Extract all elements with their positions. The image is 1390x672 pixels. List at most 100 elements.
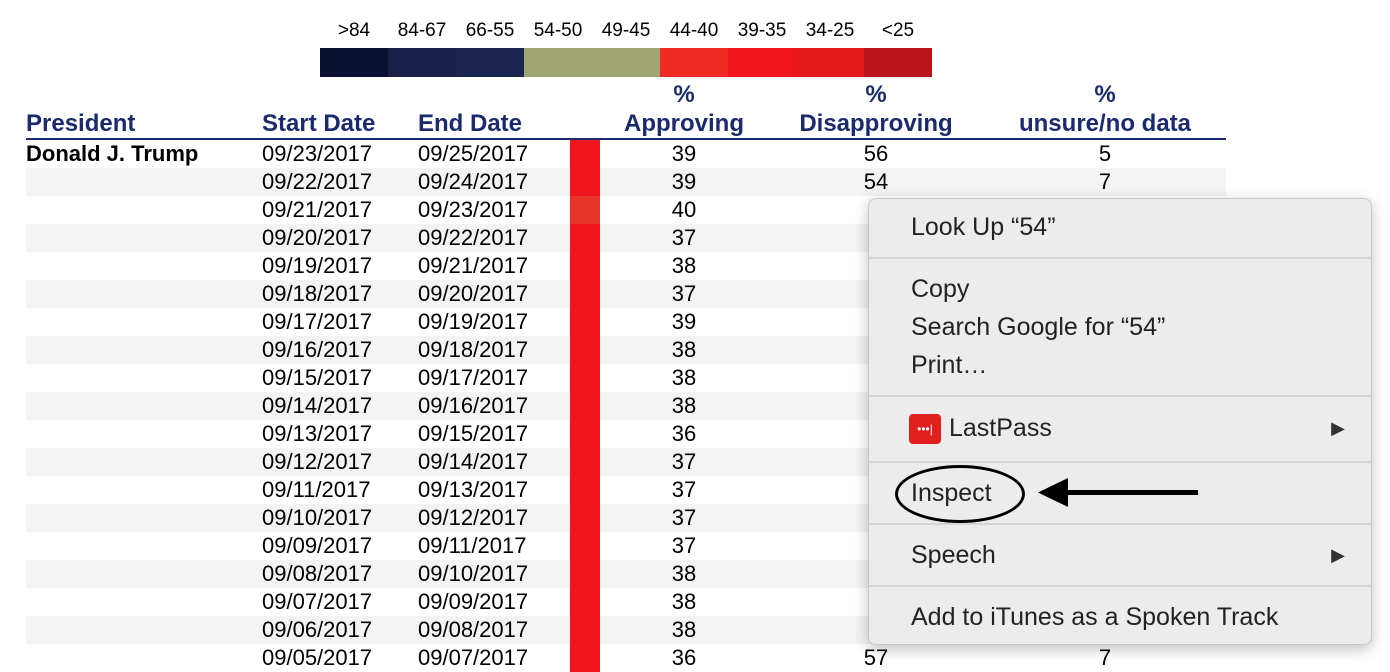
pct-symbol: %: [865, 81, 887, 108]
header-start-date[interactable]: Start Date: [262, 109, 375, 138]
approval-color-swatch: [570, 308, 600, 336]
approving-cell: 36: [671, 645, 697, 670]
header-label: Approving: [624, 110, 744, 137]
end-date-cell: 09/16/2017: [418, 393, 529, 418]
approving-cell: 37: [671, 533, 697, 558]
start-date-cell: 09/20/2017: [262, 225, 373, 250]
start-date-cell: 09/12/2017: [262, 449, 373, 474]
end-date-cell: 09/11/2017: [418, 533, 527, 558]
end-date-cell: 09/15/2017: [418, 421, 529, 446]
approval-color-swatch: [570, 616, 600, 644]
legend-swatch: [796, 48, 864, 77]
legend-swatch: [524, 48, 592, 77]
end-date-cell: 09/19/2017: [418, 309, 529, 334]
end-date-cell: 09/25/2017: [418, 141, 529, 166]
president-cell: Donald J. Trump: [26, 141, 199, 166]
end-date-cell: 09/10/2017: [418, 561, 529, 586]
legend-label: >84: [337, 20, 371, 41]
header-disapproving[interactable]: % Disapproving: [786, 80, 966, 138]
end-date-cell: 09/09/2017: [418, 589, 529, 614]
legend-label: 49-45: [601, 20, 651, 41]
start-date-cell: 09/09/2017: [262, 533, 373, 558]
header-label: unsure/no data: [1018, 110, 1192, 137]
approving-cell: 39: [671, 141, 697, 166]
submenu-arrow-icon: ▶: [1331, 418, 1345, 438]
legend-label: 54-50: [533, 20, 583, 41]
header-president[interactable]: President: [26, 109, 135, 138]
approving-cell: 39: [671, 169, 697, 194]
lastpass-icon: •••|: [909, 414, 941, 445]
menu-item-search-google[interactable]: Search Google for “54”: [911, 310, 1361, 344]
approval-color-swatch: [570, 532, 600, 560]
approval-color-swatch: [570, 504, 600, 532]
approving-cell: 38: [671, 617, 697, 642]
end-date-cell: 09/23/2017: [418, 197, 529, 222]
approval-color-swatch: [570, 420, 600, 448]
end-date-cell: 09/13/2017: [418, 477, 529, 502]
header-end-date[interactable]: End Date: [418, 109, 522, 138]
start-date-cell: 09/11/2017: [262, 477, 371, 502]
approval-color-swatch: [570, 336, 600, 364]
menu-item-lastpass[interactable]: •••| LastPass: [909, 411, 1390, 445]
end-date-cell: 09/14/2017: [418, 449, 529, 474]
table-row: Donald J. Trump 09/23/2017 09/25/2017 39 56 5: [26, 140, 1226, 168]
approving-cell: 37: [671, 281, 697, 306]
approval-color-swatch: [570, 560, 600, 588]
start-date-cell: 09/08/2017: [262, 561, 373, 586]
approval-color-swatch: [570, 644, 600, 672]
approval-color-swatch: [570, 252, 600, 280]
approving-cell: 37: [671, 505, 697, 530]
table-row: 09/05/2017 09/07/2017 36 57 7: [26, 644, 1226, 672]
pct-symbol: %: [673, 81, 695, 108]
table-row: 09/22/2017 09/24/2017 39 54 7: [26, 168, 1226, 196]
legend-label: 66-55: [465, 20, 515, 41]
end-date-cell: 09/22/2017: [418, 225, 529, 250]
approval-color-swatch: [570, 140, 600, 168]
start-date-cell: 09/22/2017: [262, 169, 373, 194]
legend-swatch: [592, 48, 660, 77]
pointer-arrow-icon: [1038, 478, 1198, 507]
legend-swatch: [320, 48, 388, 77]
legend-swatch: [728, 48, 796, 77]
legend-label: <25: [881, 20, 915, 41]
header-unsure[interactable]: % unsure/no data: [1005, 80, 1205, 138]
approval-color-swatch: [570, 196, 600, 224]
approving-cell: 37: [671, 477, 697, 502]
menu-separator: [869, 523, 1371, 525]
start-date-cell: 09/07/2017: [262, 589, 373, 614]
approval-color-swatch: [570, 392, 600, 420]
unsure-cell: 5: [1098, 141, 1112, 166]
legend-label: 34-25: [805, 20, 855, 41]
menu-item-look-up[interactable]: Look Up “54”: [911, 210, 1361, 244]
disapproving-cell: 57: [863, 645, 889, 670]
end-date-cell: 09/18/2017: [418, 337, 529, 362]
menu-item-print[interactable]: Print…: [911, 348, 1361, 382]
approval-color-swatch: [570, 168, 600, 196]
header-label: Disapproving: [799, 110, 953, 137]
end-date-cell: 09/20/2017: [418, 281, 529, 306]
end-date-cell: 09/17/2017: [418, 365, 529, 390]
end-date-cell: 09/12/2017: [418, 505, 529, 530]
submenu-arrow-icon: ▶: [1331, 545, 1345, 565]
approving-cell: 37: [671, 225, 697, 250]
start-date-cell: 09/14/2017: [262, 393, 373, 418]
menu-item-add-to-itunes[interactable]: Add to iTunes as a Spoken Track: [911, 600, 1361, 634]
menu-separator: [869, 461, 1371, 463]
start-date-cell: 09/06/2017: [262, 617, 373, 642]
approving-cell: 38: [671, 561, 697, 586]
approving-cell: 40: [671, 197, 697, 222]
end-date-cell: 09/21/2017: [418, 253, 529, 278]
highlight-ellipse: [895, 465, 1025, 523]
approval-color-swatch: [570, 364, 600, 392]
approving-cell: 38: [671, 589, 697, 614]
start-date-cell: 09/18/2017: [262, 281, 373, 306]
legend-swatch: [388, 48, 456, 77]
header-approving[interactable]: % Approving: [604, 80, 764, 138]
end-date-cell: 09/08/2017: [418, 617, 529, 642]
menu-item-speech[interactable]: Speech: [911, 538, 1361, 572]
legend-label: 39-35: [737, 20, 787, 41]
approval-color-swatch: [570, 448, 600, 476]
start-date-cell: 09/05/2017: [262, 645, 373, 670]
menu-item-copy[interactable]: Copy: [911, 272, 1361, 306]
approval-color-swatch: [570, 280, 600, 308]
